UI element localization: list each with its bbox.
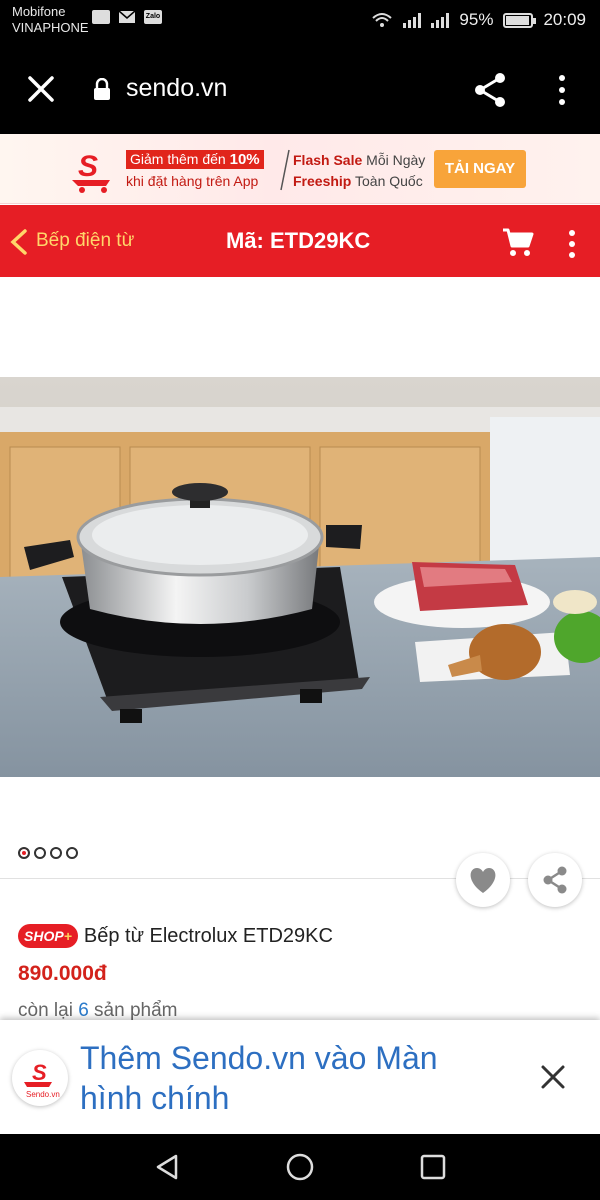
signal-icon-1 — [403, 12, 422, 28]
back-category-link[interactable]: Bếp điện từ — [36, 230, 134, 252]
gallery-dot[interactable] — [34, 847, 46, 859]
carrier-info: Mobifone VINAPHONE — [12, 4, 89, 36]
shop-plus-badge: SHOP+ — [18, 924, 78, 948]
battery-percent: 95% — [459, 10, 494, 29]
stock-suffix: sản phẩm — [88, 1000, 178, 1021]
lock-icon — [94, 78, 110, 100]
sendo-app-logo: S Sendo.vn — [12, 1050, 68, 1106]
clock: 20:09 — [543, 10, 586, 29]
logo-caption: Sendo.vn — [26, 1090, 60, 1099]
nav-back-icon[interactable] — [152, 1152, 182, 1182]
product-gallery[interactable] — [0, 277, 600, 877]
header-more-icon[interactable] — [564, 229, 580, 259]
gallery-pagination[interactable] — [18, 847, 78, 859]
promo-flash-text: Flash Sale Mỗi Ngày Freeship Toàn Quốc — [293, 152, 425, 189]
stock-count: 6 — [78, 1000, 89, 1021]
promo-discount-line2: khi đặt hàng trên App — [126, 173, 259, 189]
close-icon[interactable] — [538, 1062, 568, 1092]
add-to-home-text[interactable]: Thêm Sendo.vn vào Màn hình chính — [80, 1038, 490, 1118]
calendar-icon — [92, 10, 110, 24]
more-options-icon[interactable] — [550, 70, 574, 110]
promo-discount-prefix: Giảm thêm đến — [130, 151, 230, 167]
share-icon — [543, 866, 567, 894]
share-product-button[interactable] — [528, 853, 582, 907]
flash-sale-rest: Mỗi Ngày — [362, 152, 426, 168]
product-photo[interactable] — [0, 377, 600, 777]
stock-prefix: còn lại — [18, 1000, 79, 1021]
freeship-rest: Toàn Quốc — [351, 173, 423, 189]
system-status: 95% 20:09 — [371, 10, 586, 30]
wifi-icon — [372, 13, 393, 27]
signal-icon-2 — [431, 12, 450, 28]
share-icon[interactable] — [470, 70, 510, 110]
status-bar: Mobifone VINAPHONE Zalo 95% 20:09 — [0, 0, 600, 44]
favorite-button[interactable] — [456, 853, 510, 907]
cart-icon[interactable] — [502, 227, 534, 257]
address-bar-url[interactable]: sendo.vn — [126, 74, 227, 103]
flash-sale-label: Flash Sale — [293, 152, 363, 168]
gallery-dot[interactable] — [50, 847, 62, 859]
shop-badge-text: SHOP — [24, 928, 64, 944]
app-promo-banner[interactable]: S Giảm thêm đến 10% khi đặt hàng trên Ap… — [0, 134, 600, 204]
page-header: Bếp điện từ Mã: ETD29KC — [0, 205, 600, 277]
download-app-button[interactable]: TẢI NGAY — [434, 150, 526, 188]
battery-icon — [503, 12, 537, 28]
product-title-row: SHOP+ Bếp từ Electrolux ETD29KC — [18, 924, 333, 948]
close-icon[interactable] — [24, 72, 58, 106]
page-title: Mã: ETD29KC — [226, 228, 371, 253]
heart-icon — [470, 868, 496, 893]
notification-icons: Zalo — [92, 10, 162, 24]
promo-discount-text: Giảm thêm đến 10% khi đặt hàng trên App — [126, 150, 276, 189]
svg-text:S: S — [32, 1060, 47, 1085]
carrier-name-1: Mobifone — [12, 4, 66, 19]
gallery-dot[interactable] — [66, 847, 78, 859]
zalo-icon: Zalo — [144, 10, 162, 24]
product-price: 890.000đ — [18, 962, 107, 985]
divider — [0, 878, 600, 879]
svg-text:S: S — [78, 150, 98, 183]
promo-divider — [280, 149, 290, 191]
add-to-home-banner[interactable]: S Sendo.vn Thêm Sendo.vn vào Màn hình ch… — [0, 1020, 600, 1134]
nav-home-icon[interactable] — [285, 1152, 315, 1182]
shop-badge-plus: + — [63, 928, 72, 944]
sendo-logo-icon: S — [72, 150, 110, 193]
system-navigation-bar — [0, 1134, 600, 1200]
back-chevron-icon[interactable] — [8, 229, 30, 255]
sendo-logo-icon: S Sendo.vn — [24, 1060, 60, 1099]
mail-icon — [118, 10, 136, 23]
stock-info: còn lại 6 sản phẩm — [18, 1000, 178, 1022]
nav-recent-apps-icon[interactable] — [420, 1154, 446, 1180]
browser-toolbar: sendo.vn — [0, 44, 600, 134]
freeship-label: Freeship — [293, 173, 352, 189]
product-title: Bếp từ Electrolux ETD29KC — [83, 924, 333, 947]
carrier-name-2: VINAPHONE — [12, 20, 89, 35]
promo-discount-pct: 10% — [229, 151, 260, 168]
gallery-dot[interactable] — [18, 847, 30, 859]
